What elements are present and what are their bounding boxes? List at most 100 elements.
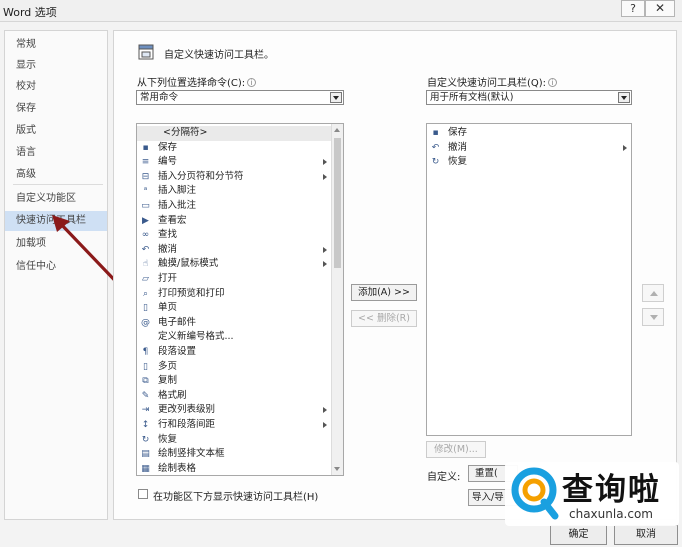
list-item-label: 恢复: [158, 433, 178, 445]
chevron-down-icon[interactable]: [618, 92, 630, 103]
list-item[interactable]: ↶ 撤消: [427, 141, 631, 156]
ok-button[interactable]: 确定: [550, 525, 607, 545]
nav-item[interactable]: 显示: [5, 56, 107, 76]
list-item[interactable]: ¶ 段落设置: [137, 345, 331, 360]
list-item[interactable]: ▯ 多页: [137, 360, 331, 375]
arrow-up-icon: [650, 291, 658, 296]
submenu-arrow-icon: [323, 422, 327, 428]
redo-icon: ↻: [431, 157, 440, 168]
nav-item[interactable]: 版式: [5, 121, 107, 141]
choose-commands-value: 常用命令: [140, 92, 179, 103]
list-item[interactable]: ☝ 触摸/鼠标模式: [137, 257, 331, 272]
nav-item[interactable]: 自定义功能区: [5, 189, 107, 209]
nav-item[interactable]: 保存: [5, 99, 107, 119]
list-item[interactable]: ▱ 打开: [137, 272, 331, 287]
comment-icon: ▭: [141, 201, 150, 211]
arrow-down-icon: [650, 315, 658, 320]
list-item[interactable]: ▪ 保存: [137, 141, 331, 156]
list-item-label: 插入分页符和分节符: [158, 170, 244, 182]
list-item-label: 单页: [158, 302, 178, 314]
list-item[interactable]: ✎ 格式刷: [137, 389, 331, 404]
list-item-label: 保存: [158, 141, 178, 153]
multi-page-icon: ▯: [143, 361, 148, 372]
list-item[interactable]: ▯ 单页: [137, 301, 331, 316]
submenu-arrow-icon: [323, 159, 327, 166]
submenu-arrow-icon: [323, 173, 327, 180]
scroll-up-icon[interactable]: [334, 128, 340, 132]
chaxunla-logo-icon: [511, 467, 559, 520]
list-item[interactable]: ▶ 查看宏: [137, 214, 331, 229]
add-button[interactable]: 添加(A) >>: [351, 284, 417, 301]
list-item[interactable]: ↶ 撤消: [137, 243, 331, 258]
list-item[interactable]: 定义新编号格式...: [137, 330, 331, 345]
toolbar-items-list[interactable]: ▪ 保存 ↶ 撤消 ↻ 恢复: [426, 123, 632, 436]
move-up-button[interactable]: [642, 284, 664, 302]
list-item-label: 格式刷: [158, 389, 187, 401]
email-icon: @: [141, 317, 150, 328]
nav-item[interactable]: 语言: [5, 143, 107, 163]
commands-scrollbar[interactable]: [331, 124, 343, 475]
remove-button[interactable]: << 删除(R): [351, 310, 417, 327]
list-item-label: 打印预览和打印: [158, 287, 225, 299]
chevron-down-icon[interactable]: [330, 92, 342, 103]
list-item[interactable]: ▤ 绘制竖排文本框: [137, 447, 331, 462]
list-item-label: 恢复: [448, 156, 468, 168]
submenu-arrow-icon: [323, 407, 327, 414]
watermark-title: 查询啦: [562, 472, 661, 508]
list-item[interactable]: ▪ 保存: [427, 126, 631, 141]
list-item-label: 更改列表级别: [158, 404, 216, 416]
list-item-label: 触摸/鼠标模式: [158, 258, 219, 270]
list-item[interactable]: ⧉ 复制: [137, 374, 331, 389]
window-title: Word 选项: [3, 6, 57, 19]
commands-list[interactable]: <分隔符> ▪ 保存 ≡ 编号 ⊟ 插入分页符和分节符 ᵃ 插入脚注 ▭ 插入批注 ▶ 查看宏 ∞ 查找 ↶ 撤…: [136, 123, 344, 476]
list-item[interactable]: ▭ 插入批注: [137, 199, 331, 214]
list-item[interactable]: ↻ 恢复: [427, 155, 631, 170]
info-icon: i: [247, 78, 257, 87]
redo-icon: ↻: [141, 434, 150, 445]
submenu-arrow-icon: [323, 261, 327, 268]
undo-icon: ↶: [141, 244, 150, 255]
submenu-arrow-icon: [323, 246, 327, 253]
textbox-icon: ▤: [141, 449, 150, 460]
list-item[interactable]: ∞ 查找: [137, 228, 331, 243]
section-break-icon: ⊟: [141, 171, 150, 182]
list-item-label: 打开: [158, 273, 178, 284]
customize-toolbar-label: 自定义快速访问工具栏(Q): i: [427, 74, 558, 89]
nav-item[interactable]: 高级: [5, 165, 107, 185]
customize-label: 自定义:: [427, 472, 461, 483]
nav-item[interactable]: 校对: [5, 77, 107, 97]
modify-button[interactable]: 修改(M)...: [426, 441, 486, 458]
page-title: 自定义快速访问工具栏。: [164, 50, 274, 61]
list-item[interactable]: ᵃ 插入脚注: [137, 184, 331, 199]
list-item[interactable]: ↕ 行和段落间距: [137, 418, 331, 433]
show-below-ribbon-label: 在功能区下方显示快速访问工具栏(H): [153, 492, 319, 503]
list-item-label: 绘制竖排文本框: [158, 448, 225, 460]
customize-toolbar-select[interactable]: 用于所有文档(默认): [426, 90, 632, 105]
page-icon: ▯: [143, 303, 148, 314]
title-bar: Word 选项 ? ✕: [0, 0, 682, 22]
list-item[interactable]: ⊟ 插入分页符和分节符: [137, 170, 331, 185]
list-item-label: 查找: [158, 229, 178, 241]
list-item[interactable]: @ 电子邮件: [137, 316, 331, 331]
list-item[interactable]: ↻ 恢复: [137, 433, 331, 448]
move-down-button[interactable]: [642, 308, 664, 326]
list-item-label: 定义新编号格式...: [158, 331, 234, 343]
choose-commands-select[interactable]: 常用命令: [136, 90, 344, 105]
list-item-label: 行和段落间距: [158, 419, 216, 430]
scroll-thumb[interactable]: [334, 138, 341, 268]
list-item[interactable]: ≡ 编号: [137, 155, 331, 170]
list-item-label: 插入脚注: [158, 185, 197, 197]
list-item[interactable]: ▦ 绘制表格: [137, 462, 331, 475]
close-button[interactable]: ✕: [645, 0, 675, 17]
show-below-ribbon-checkbox[interactable]: [138, 489, 148, 499]
list-item[interactable]: <分隔符>: [137, 126, 331, 141]
nav-item[interactable]: 常规: [5, 35, 107, 55]
scroll-down-icon[interactable]: [334, 467, 340, 471]
numbering-icon: ≡: [141, 157, 150, 168]
paragraph-icon: ¶: [142, 347, 149, 357]
cancel-button[interactable]: 取消: [614, 525, 678, 545]
help-button[interactable]: ?: [621, 0, 645, 17]
undo-icon: ↶: [431, 142, 440, 153]
list-item[interactable]: ⌕ 打印预览和打印: [137, 287, 331, 302]
list-item[interactable]: ⇥ 更改列表级别: [137, 403, 331, 418]
